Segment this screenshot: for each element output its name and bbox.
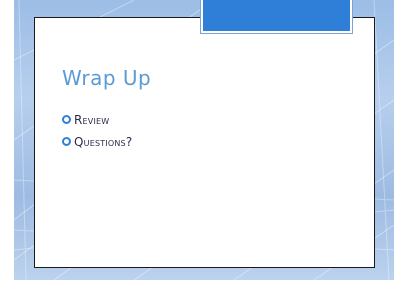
bullet-list: Review Questions? [62,110,132,154]
presentation-slide-view: Wrap Up Review Questions? [0,0,394,283]
slide-title: Wrap Up [62,66,152,90]
bullet-text: Questions? [74,134,133,149]
title-accent-bar [201,0,352,33]
bullet-item-review: Review [62,110,132,129]
ring-bullet-icon [62,115,71,124]
bullet-text: Review [74,112,110,127]
ring-bullet-icon [62,137,71,146]
bullet-item-questions: Questions? [62,132,132,151]
